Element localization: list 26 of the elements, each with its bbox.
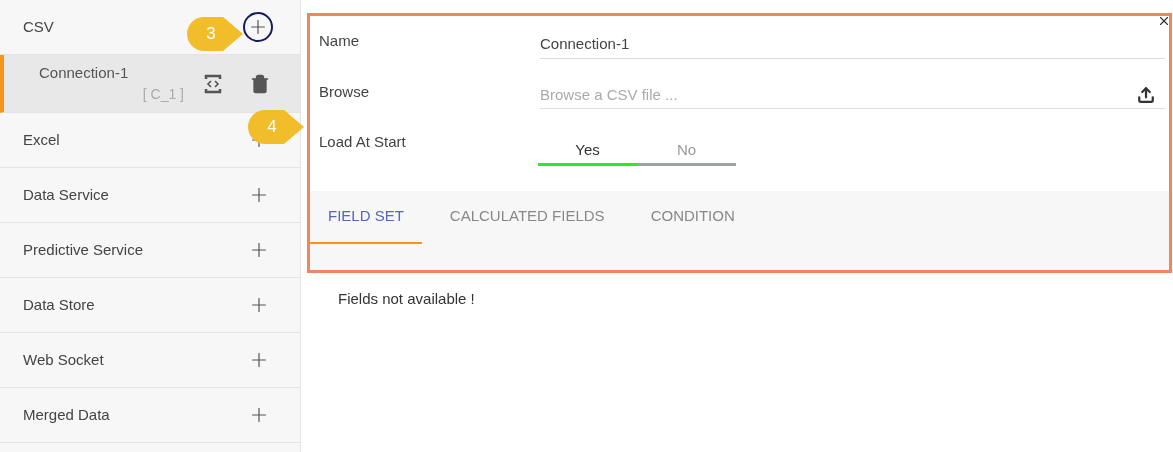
browse-field[interactable]: Browse a CSV file ...	[540, 83, 1137, 106]
field-label: Load At Start	[319, 132, 407, 152]
step-tooltip: 3	[187, 17, 243, 51]
toggle-option[interactable]: No	[637, 137, 736, 166]
empty-message: Fields not available !	[338, 289, 476, 309]
category-label: Data Store	[23, 294, 95, 315]
tab[interactable]: CALCULATED FIELDS	[431, 191, 623, 244]
name-field[interactable]: Connection-1	[540, 33, 1165, 59]
field-label: Browse	[319, 81, 371, 102]
category-label: Data Service	[23, 184, 109, 205]
connection-name: Connection-1	[39, 62, 130, 83]
upload-icon[interactable]	[1137, 85, 1155, 104]
toggle-option[interactable]: Yes	[538, 137, 637, 166]
connection-item[interactable]: Connection-1 [ C_1 ]	[0, 55, 300, 113]
category-label: Excel	[23, 129, 60, 150]
field-label: Name	[319, 31, 360, 51]
tab[interactable]: CONDITION	[632, 191, 753, 244]
category-label: Predictive Service	[23, 239, 144, 260]
category-label: CSV	[23, 16, 54, 37]
connection-code: [ C_1 ]	[142, 85, 184, 105]
category-label: Web Socket	[23, 349, 104, 370]
delete-icon[interactable]	[250, 73, 270, 94]
step-tooltip: 4	[248, 110, 304, 144]
tab[interactable]: FIELD SET	[310, 191, 422, 244]
category-label: Merged Data	[23, 404, 110, 425]
code-icon[interactable]	[204, 72, 222, 95]
